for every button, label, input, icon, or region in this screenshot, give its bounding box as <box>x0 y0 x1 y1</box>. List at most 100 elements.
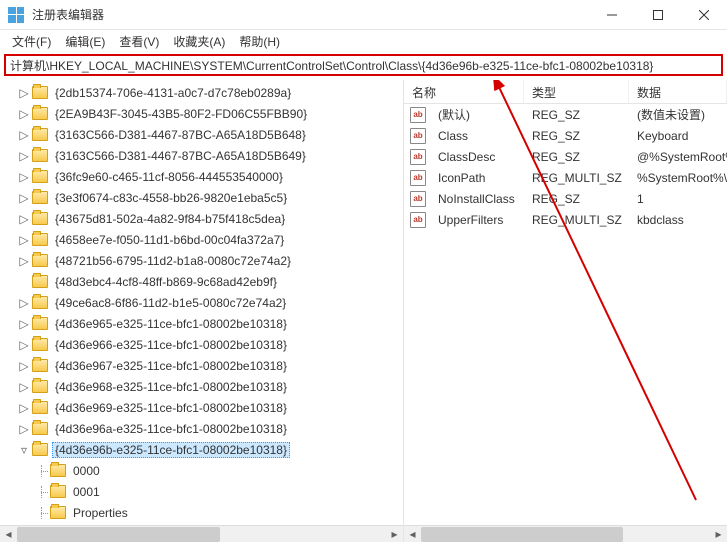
tree-item[interactable]: ▷{48721b56-6795-11d2-b1a8-0080c72e74a2} <box>0 250 403 271</box>
tree-item-label: {4d36e966-e325-11ce-bfc1-08002be10318} <box>52 337 290 353</box>
tree-item[interactable]: ▷ {4658ee7e-f050-11d1-b6bd-00c04fa372a7} <box>0 229 403 250</box>
value-type: REG_MULTI_SZ <box>524 213 629 227</box>
right-hscroll[interactable]: ◂ ▸ <box>404 525 727 542</box>
values-list[interactable]: ab(默认)REG_SZ(数值未设置)ab ClassREG_SZKeyboard… <box>404 104 727 525</box>
expand-icon[interactable]: ▷ <box>18 192 30 204</box>
tree-item[interactable]: ▷{3163C566-D381-4467-87BC-A65A18D5B648} <box>0 124 403 145</box>
tree-item[interactable]: ▿ {4d36e96b-e325-11ce-bfc1-08002be10318} <box>0 439 403 460</box>
value-name: (默认) <box>430 106 524 123</box>
string-value-icon: ab <box>410 128 426 144</box>
expand-icon[interactable]: ▷ <box>18 339 30 351</box>
value-row[interactable]: ab(默认)REG_SZ(数值未设置) <box>404 104 727 125</box>
tree-item[interactable]: ▷ {3e3f0674-c83c-4558-bb26-9820e1eba5c5} <box>0 187 403 208</box>
expand-icon[interactable]: ▷ <box>18 402 30 414</box>
tree-item-label: 0001 <box>70 484 103 500</box>
expand-icon[interactable]: ▷ <box>18 255 30 267</box>
value-data: kbdclass <box>629 213 727 227</box>
list-header: 名称 类型 数据 <box>404 80 727 104</box>
value-name: ClassDesc <box>430 150 524 164</box>
scroll-right-icon[interactable]: ▸ <box>710 526 727 542</box>
expand-icon[interactable]: ▷ <box>18 129 30 141</box>
scroll-left-icon[interactable]: ◂ <box>404 526 421 542</box>
folder-icon <box>32 170 48 183</box>
expand-icon[interactable]: ▷ <box>18 297 30 309</box>
folder-icon <box>32 380 48 393</box>
tree-item[interactable]: 0000 <box>0 460 403 481</box>
tree-item[interactable]: ▷ {4d36e966-e325-11ce-bfc1-08002be10318} <box>0 334 403 355</box>
value-name: NoInstallClass <box>430 192 524 206</box>
tree-item[interactable]: ▷{49ce6ac8-6f86-11d2-b1e5-0080c72e74a2} <box>0 292 403 313</box>
expand-icon[interactable]: ▷ <box>18 360 30 372</box>
value-row[interactable]: abNoInstallClassREG_SZ1 <box>404 188 727 209</box>
expand-icon[interactable]: ▷ <box>18 423 30 435</box>
value-name: UpperFilters <box>430 213 524 227</box>
value-row[interactable]: abIconPathREG_MULTI_SZ%SystemRoot%\Sys <box>404 167 727 188</box>
tree-item[interactable]: ▷{36fc9e60-c465-11cf-8056-444553540000} <box>0 166 403 187</box>
tree-item[interactable]: ▷ {3163C566-D381-4467-87BC-A65A18D5B649} <box>0 145 403 166</box>
col-data[interactable]: 数据 <box>629 80 727 103</box>
tree-item[interactable]: {48d3ebc4-4cf8-48ff-b869-9c68ad42eb9f} <box>0 271 403 292</box>
menu-help[interactable]: 帮助(H) <box>233 31 286 52</box>
folder-icon <box>32 254 48 267</box>
tree-item-label: {2db15374-706e-4131-a0c7-d7c78eb0289a} <box>52 85 294 101</box>
col-name[interactable]: 名称 <box>404 80 524 103</box>
col-type[interactable]: 类型 <box>524 80 629 103</box>
expand-icon[interactable] <box>36 486 48 498</box>
tree-item-label: {2EA9B43F-3045-43B5-80F2-FD06C55FBB90} <box>52 106 310 122</box>
registry-tree[interactable]: ▷{2db15374-706e-4131-a0c7-d7c78eb0289a}▷… <box>0 80 403 525</box>
value-data: Keyboard <box>629 129 727 143</box>
left-hscroll[interactable]: ◂ ▸ <box>0 525 403 542</box>
close-button[interactable] <box>681 0 727 29</box>
value-type: REG_SZ <box>524 129 629 143</box>
values-pane: 名称 类型 数据 ab(默认)REG_SZ(数值未设置)ab ClassREG_S… <box>404 80 727 542</box>
folder-icon <box>32 443 48 456</box>
tree-item[interactable]: ▷ {2EA9B43F-3045-43B5-80F2-FD06C55FBB90} <box>0 103 403 124</box>
tree-item[interactable]: ▷ {4d36e969-e325-11ce-bfc1-08002be10318} <box>0 397 403 418</box>
expand-icon[interactable]: ▷ <box>18 213 30 225</box>
folder-icon <box>32 149 48 162</box>
menu-file[interactable]: 文件(F) <box>6 31 57 52</box>
scroll-left-icon[interactable]: ◂ <box>0 526 17 542</box>
folder-icon <box>32 401 48 414</box>
value-name: Class <box>430 129 524 143</box>
expand-icon[interactable]: ▷ <box>18 108 30 120</box>
tree-item[interactable]: ▷ {4d36e96a-e325-11ce-bfc1-08002be10318} <box>0 418 403 439</box>
expand-icon[interactable]: ▷ <box>18 318 30 330</box>
tree-item-label: {4658ee7e-f050-11d1-b6bd-00c04fa372a7} <box>52 232 287 248</box>
tree-item-label: {4d36e969-e325-11ce-bfc1-08002be10318} <box>52 400 290 416</box>
string-value-icon: ab <box>410 149 426 165</box>
expand-icon[interactable] <box>36 465 48 477</box>
expand-icon[interactable]: ▷ <box>18 150 30 162</box>
tree-item-label: {4d36e96a-e325-11ce-bfc1-08002be10318} <box>52 421 290 437</box>
folder-icon <box>50 464 66 477</box>
tree-item-label: {3e3f0674-c83c-4558-bb26-9820e1eba5c5} <box>52 190 290 206</box>
menu-edit[interactable]: 编辑(E) <box>59 31 111 52</box>
folder-icon <box>32 338 48 351</box>
tree-item-label: {4d36e967-e325-11ce-bfc1-08002be10318} <box>52 358 290 374</box>
tree-item-label: {3163C566-D381-4467-87BC-A65A18D5B649} <box>52 148 309 164</box>
tree-item[interactable]: 0001 <box>0 481 403 502</box>
tree-item[interactable]: ▷{43675d81-502a-4a82-9f84-b75f418c5dea} <box>0 208 403 229</box>
value-row[interactable]: abUpperFiltersREG_MULTI_SZkbdclass <box>404 209 727 230</box>
folder-icon <box>32 107 48 120</box>
collapse-icon[interactable]: ▿ <box>18 444 30 456</box>
app-icon <box>8 7 24 23</box>
expand-icon[interactable]: ▷ <box>18 171 30 183</box>
expand-icon[interactable]: ▷ <box>18 381 30 393</box>
value-row[interactable]: abClassDescREG_SZ@%SystemRoot%\S <box>404 146 727 167</box>
expand-icon[interactable]: ▷ <box>18 234 30 246</box>
tree-item[interactable]: ▷{4d36e968-e325-11ce-bfc1-08002be10318} <box>0 376 403 397</box>
expand-icon[interactable]: ▷ <box>18 87 30 99</box>
tree-item[interactable]: Properties <box>0 502 403 523</box>
minimize-button[interactable] <box>589 0 635 29</box>
scroll-right-icon[interactable]: ▸ <box>386 526 403 542</box>
tree-item[interactable]: ▷{4d36e965-e325-11ce-bfc1-08002be10318} <box>0 313 403 334</box>
address-bar[interactable]: 计算机\HKEY_LOCAL_MACHINE\SYSTEM\CurrentCon… <box>4 54 723 76</box>
menu-favorites[interactable]: 收藏夹(A) <box>167 31 231 52</box>
tree-item[interactable]: ▷ {2db15374-706e-4131-a0c7-d7c78eb0289a} <box>0 82 403 103</box>
tree-item[interactable]: ▷ {4d36e967-e325-11ce-bfc1-08002be10318} <box>0 355 403 376</box>
tree-item-label: {4d36e96b-e325-11ce-bfc1-08002be10318} <box>52 442 290 458</box>
menu-view[interactable]: 查看(V) <box>113 31 165 52</box>
value-row[interactable]: ab ClassREG_SZKeyboard <box>404 125 727 146</box>
maximize-button[interactable] <box>635 0 681 29</box>
